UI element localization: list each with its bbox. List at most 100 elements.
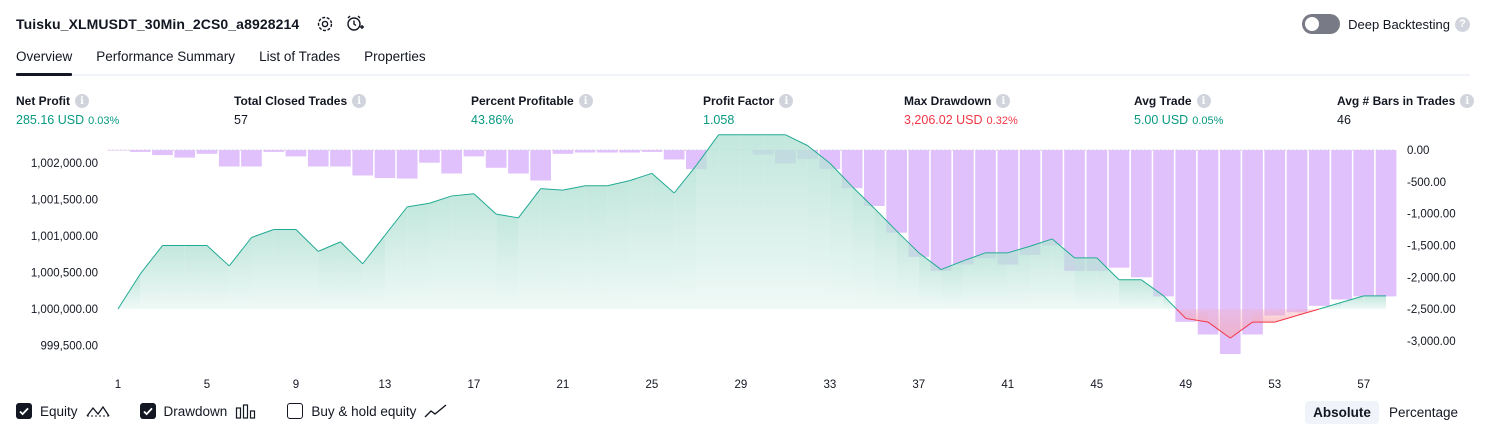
drawdown-bar xyxy=(129,150,151,152)
equity-area xyxy=(384,206,408,309)
drawdown-bar xyxy=(263,150,285,152)
equity-area xyxy=(674,165,697,309)
chart-legend: Equity Drawdown Buy & hold equity xyxy=(16,403,478,419)
equity-area xyxy=(429,195,452,309)
equity-area xyxy=(251,229,274,309)
y-right-tick-label: -2,000.00 xyxy=(1407,272,1456,284)
equity-area xyxy=(763,134,786,309)
equity-area xyxy=(451,193,474,309)
equity-area xyxy=(785,134,808,309)
equity-area xyxy=(540,188,563,309)
equity-area xyxy=(295,229,319,309)
equity-area xyxy=(718,134,741,309)
drawdown-bar xyxy=(1353,150,1375,297)
legend-label: Buy & hold equity xyxy=(311,403,417,419)
drawdown-bar xyxy=(396,150,418,179)
drawdown-bar xyxy=(1175,150,1197,322)
drawdown-bar xyxy=(886,150,907,233)
y-left-tick-label: 1,001,500.00 xyxy=(31,195,98,207)
drawdown-bar xyxy=(374,150,396,178)
equity-area xyxy=(340,241,363,309)
equity-line-icon xyxy=(86,403,110,419)
drawdown-bar xyxy=(419,150,440,163)
equity-area xyxy=(273,229,296,309)
underwater-area xyxy=(1274,308,1298,323)
drawdown-bar xyxy=(864,150,885,206)
equity-area xyxy=(607,180,630,309)
drawdown-bar xyxy=(485,150,507,168)
equity-area xyxy=(1074,257,1097,309)
drawdown-bar xyxy=(463,150,485,157)
y-left-tick-label: 1,000,500.00 xyxy=(31,268,98,280)
drawdown-bar xyxy=(285,150,307,157)
drawdown-bar xyxy=(508,150,529,174)
x-tick-label: 17 xyxy=(468,379,481,391)
legend-equity[interactable]: Equity xyxy=(16,403,110,419)
equity-area xyxy=(518,188,541,309)
checkbox-unchecked-icon[interactable] xyxy=(287,403,304,419)
drawdown-bar xyxy=(908,150,930,257)
x-tick-label: 29 xyxy=(735,379,748,391)
x-tick-label: 21 xyxy=(557,379,570,391)
drawdown-bar xyxy=(1242,150,1263,335)
drawdown-bar xyxy=(1108,150,1130,268)
y-right-tick-label: -1,000.00 xyxy=(1407,209,1456,221)
checkbox-checked-icon[interactable] xyxy=(139,403,156,419)
y-right-tick-label: -1,500.00 xyxy=(1407,241,1456,253)
view-mode-switch: Absolute Percentage xyxy=(1303,401,1466,424)
x-tick-label: 49 xyxy=(1179,379,1192,391)
equity-area xyxy=(496,214,519,309)
y-right-tick-label: -500.00 xyxy=(1407,177,1446,189)
drawdown-bar xyxy=(241,150,262,167)
drawdown-bar xyxy=(1042,150,1063,246)
equity-area xyxy=(407,203,430,309)
equity-area xyxy=(206,245,230,309)
underwater-area xyxy=(1252,308,1275,323)
drawdown-bar xyxy=(352,150,374,176)
drawdown-bar xyxy=(1331,150,1352,300)
drawdown-bar xyxy=(1197,150,1219,335)
y-right-tick-label: -2,500.00 xyxy=(1407,304,1456,316)
x-tick-label: 57 xyxy=(1357,379,1370,391)
drawdown-bar xyxy=(107,150,129,151)
equity-area xyxy=(162,245,185,309)
y-left-tick-label: 1,001,000.00 xyxy=(31,231,98,243)
drawdown-bar xyxy=(619,150,640,153)
equity-area xyxy=(362,235,385,309)
x-tick-label: 13 xyxy=(379,379,392,391)
equity-area xyxy=(829,163,853,309)
equity-area xyxy=(1007,246,1031,309)
y-right-tick-label: -3,000.00 xyxy=(1407,336,1456,348)
x-tick-label: 25 xyxy=(646,379,659,391)
x-tick-label: 9 xyxy=(293,379,299,391)
drawdown-bar xyxy=(975,150,996,259)
x-tick-label: 37 xyxy=(912,379,925,391)
drawdown-bar xyxy=(1308,150,1330,306)
drawdown-bars-icon xyxy=(235,403,257,419)
equity-drawdown-chart[interactable]: 999,500.00 1,000,000.00 1,000,500.00 1,001,… xyxy=(0,0,1486,438)
x-tick-label: 45 xyxy=(1090,379,1103,391)
equity-area xyxy=(140,245,163,309)
drawdown-bar xyxy=(663,150,685,160)
drawdown-bar xyxy=(1286,150,1308,313)
y-left-tick-label: 999,500.00 xyxy=(40,340,98,352)
drawdown-bar xyxy=(1086,150,1108,271)
checkbox-checked-icon[interactable] xyxy=(16,403,32,419)
legend-drawdown[interactable]: Drawdown xyxy=(139,403,258,419)
drawdown-bar xyxy=(1019,150,1041,255)
legend-buy-hold-equity[interactable]: Buy & hold equity xyxy=(287,403,448,419)
drawdown-bar xyxy=(1131,150,1152,278)
equity-area xyxy=(1030,238,1053,309)
equity-area xyxy=(807,145,830,309)
absolute-button[interactable]: Absolute xyxy=(1305,401,1379,424)
y-left-tick-label: 1,002,000.00 xyxy=(31,158,98,170)
equity-area xyxy=(740,134,764,309)
drawdown-bar xyxy=(441,150,462,174)
percentage-button[interactable]: Percentage xyxy=(1381,401,1466,424)
drawdown-bar xyxy=(196,150,218,154)
drawdown-bar xyxy=(152,150,173,156)
equity-area xyxy=(651,173,675,309)
x-tick-label: 5 xyxy=(204,379,210,391)
drawdown-bar xyxy=(1153,150,1174,297)
equity-area xyxy=(585,185,608,309)
